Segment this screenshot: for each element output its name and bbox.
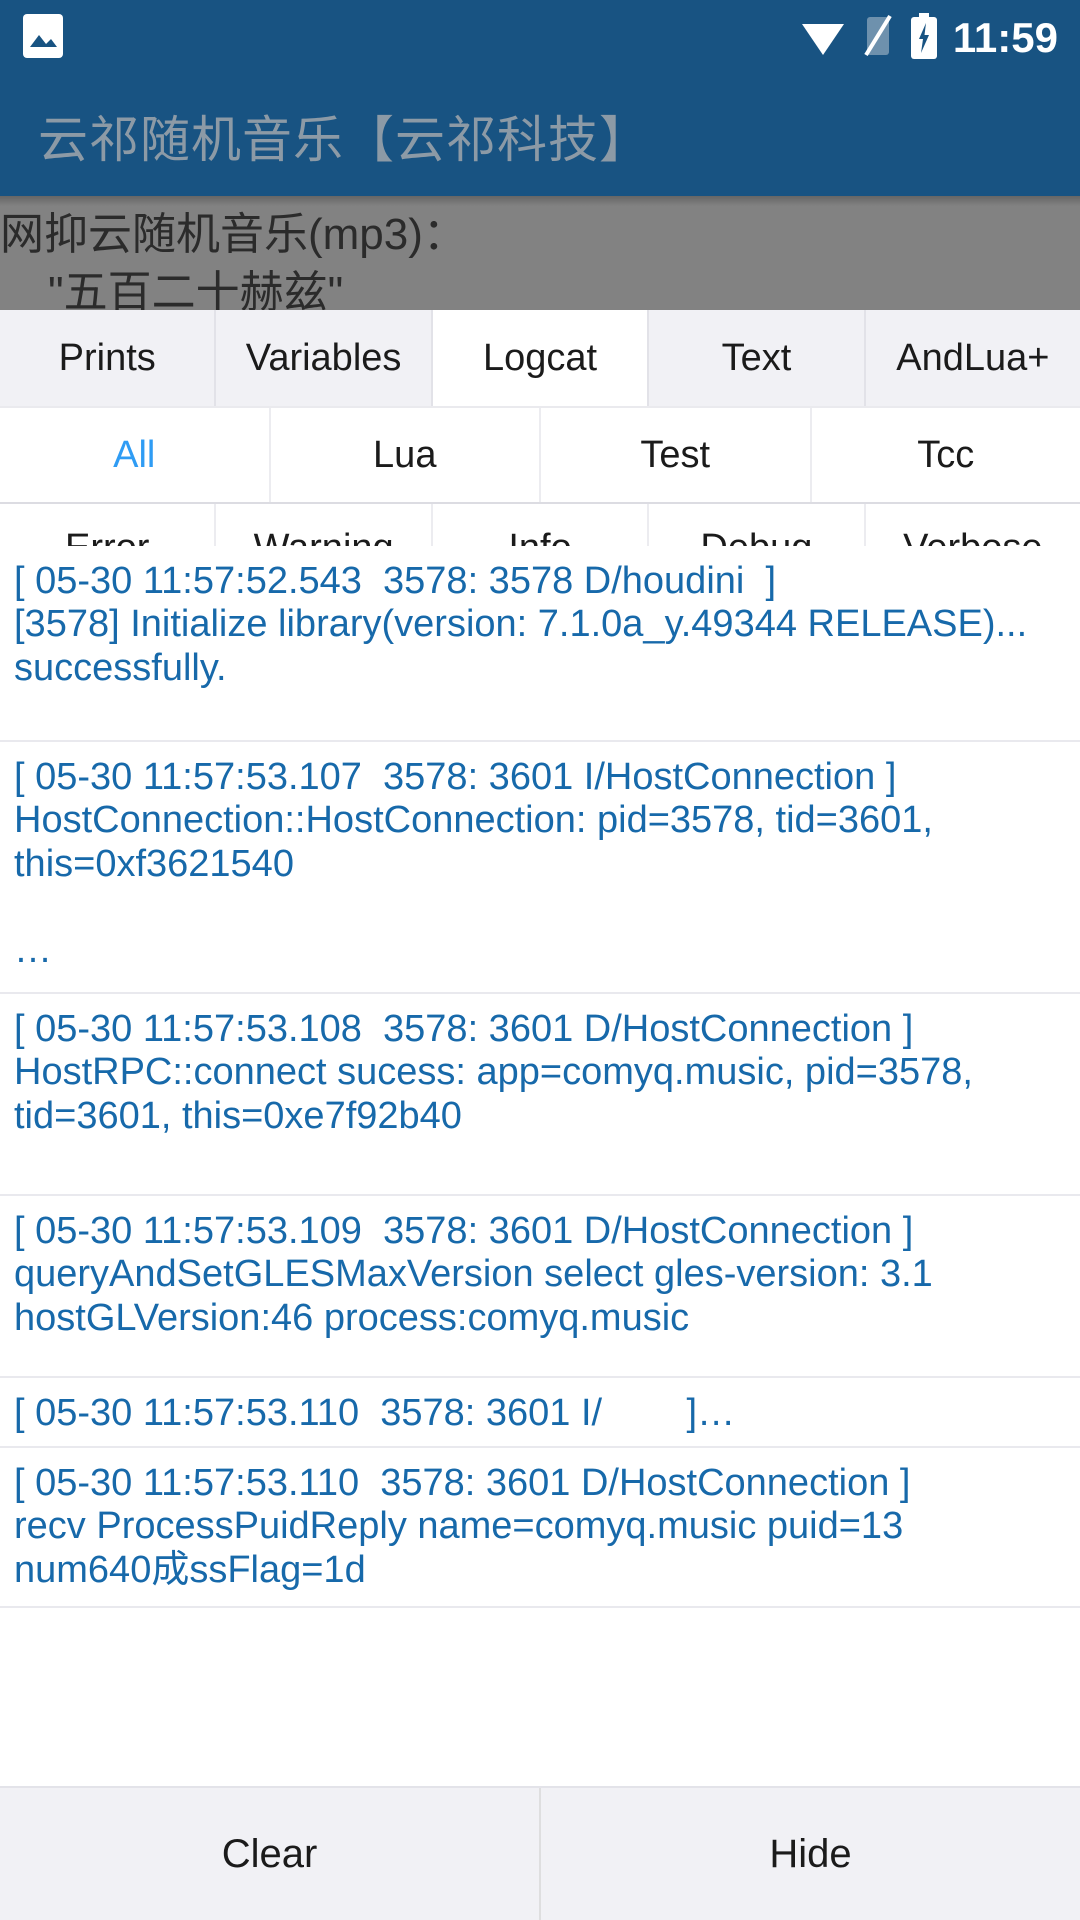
wifi-icon [799, 15, 847, 62]
status-bar-left [22, 13, 64, 64]
log-entry-text: [ 05-30 11:57:53.107 3578: 3601 I/HostCo… [14, 756, 1066, 973]
log-entry[interactable]: [ 05-30 11:57:53.110 3578: 3601 I/ ]… [0, 1378, 1080, 1448]
log-entry-text: [ 05-30 11:57:52.543 3578: 3578 D/houdin… [14, 560, 1066, 690]
source-filter-tab-bar: All Lua Test Tcc [0, 406, 1080, 502]
bottom-action-bar: Clear Hide [0, 1786, 1080, 1920]
status-bar: 11:59 [0, 0, 1080, 76]
tab-logcat[interactable]: Logcat [433, 310, 649, 406]
log-entry[interactable]: [ 05-30 11:57:53.110 3578: 3601 D/HostCo… [0, 1448, 1080, 1608]
signal-off-icon [861, 14, 895, 63]
page-title: 云祁随机音乐【云祁科技】 [38, 100, 650, 172]
log-entry[interactable]: [ 05-30 11:57:53.108 3578: 3601 D/HostCo… [0, 994, 1080, 1196]
log-entry[interactable]: [ 05-30 11:57:53.109 3578: 3601 D/HostCo… [0, 1196, 1080, 1378]
filter-tab-tcc[interactable]: Tcc [812, 408, 1080, 502]
tab-variables[interactable]: Variables [216, 310, 432, 406]
battery-charging-icon [909, 13, 939, 64]
log-entry-text: [ 05-30 11:57:53.109 3578: 3601 D/HostCo… [14, 1210, 1066, 1340]
main-tab-bar: Prints Variables Logcat Text AndLua+ [0, 310, 1080, 406]
log-entry-text: [ 05-30 11:57:53.110 3578: 3601 I/ ]… [14, 1392, 1066, 1435]
clear-button[interactable]: Clear [0, 1788, 541, 1920]
background-app-line-2: "五百二十赫兹" [48, 256, 343, 310]
filter-tab-lua[interactable]: Lua [271, 408, 542, 502]
filter-tab-all[interactable]: All [0, 408, 271, 502]
hide-button[interactable]: Hide [541, 1788, 1080, 1920]
filter-tab-test[interactable]: Test [541, 408, 812, 502]
image-icon [22, 13, 64, 64]
background-app-line-1: 网抑云随机音乐(mp3)： [0, 198, 467, 262]
status-bar-right: 11:59 [799, 13, 1058, 64]
tab-text[interactable]: Text [649, 310, 865, 406]
tab-andlua-plus[interactable]: AndLua+ [866, 310, 1080, 406]
log-entry[interactable]: [ 05-30 11:57:52.543 3578: 3578 D/houdin… [0, 546, 1080, 742]
background-app-dimmed-area: 网抑云随机音乐(mp3)： "五百二十赫兹" [0, 196, 1080, 310]
log-entry-text: [ 05-30 11:57:53.110 3578: 3601 D/HostCo… [14, 1462, 1066, 1592]
log-entry-text: [ 05-30 11:57:53.108 3578: 3601 D/HostCo… [14, 1008, 1066, 1138]
status-bar-clock: 11:59 [953, 17, 1058, 59]
tab-prints[interactable]: Prints [0, 310, 216, 406]
log-entry[interactable]: [ 05-30 11:57:53.107 3578: 3601 I/HostCo… [0, 742, 1080, 994]
logcat-output-list[interactable]: [ 05-30 11:57:52.543 3578: 3578 D/houdin… [0, 546, 1080, 1788]
app-title-bar: 云祁随机音乐【云祁科技】 [0, 76, 1080, 196]
